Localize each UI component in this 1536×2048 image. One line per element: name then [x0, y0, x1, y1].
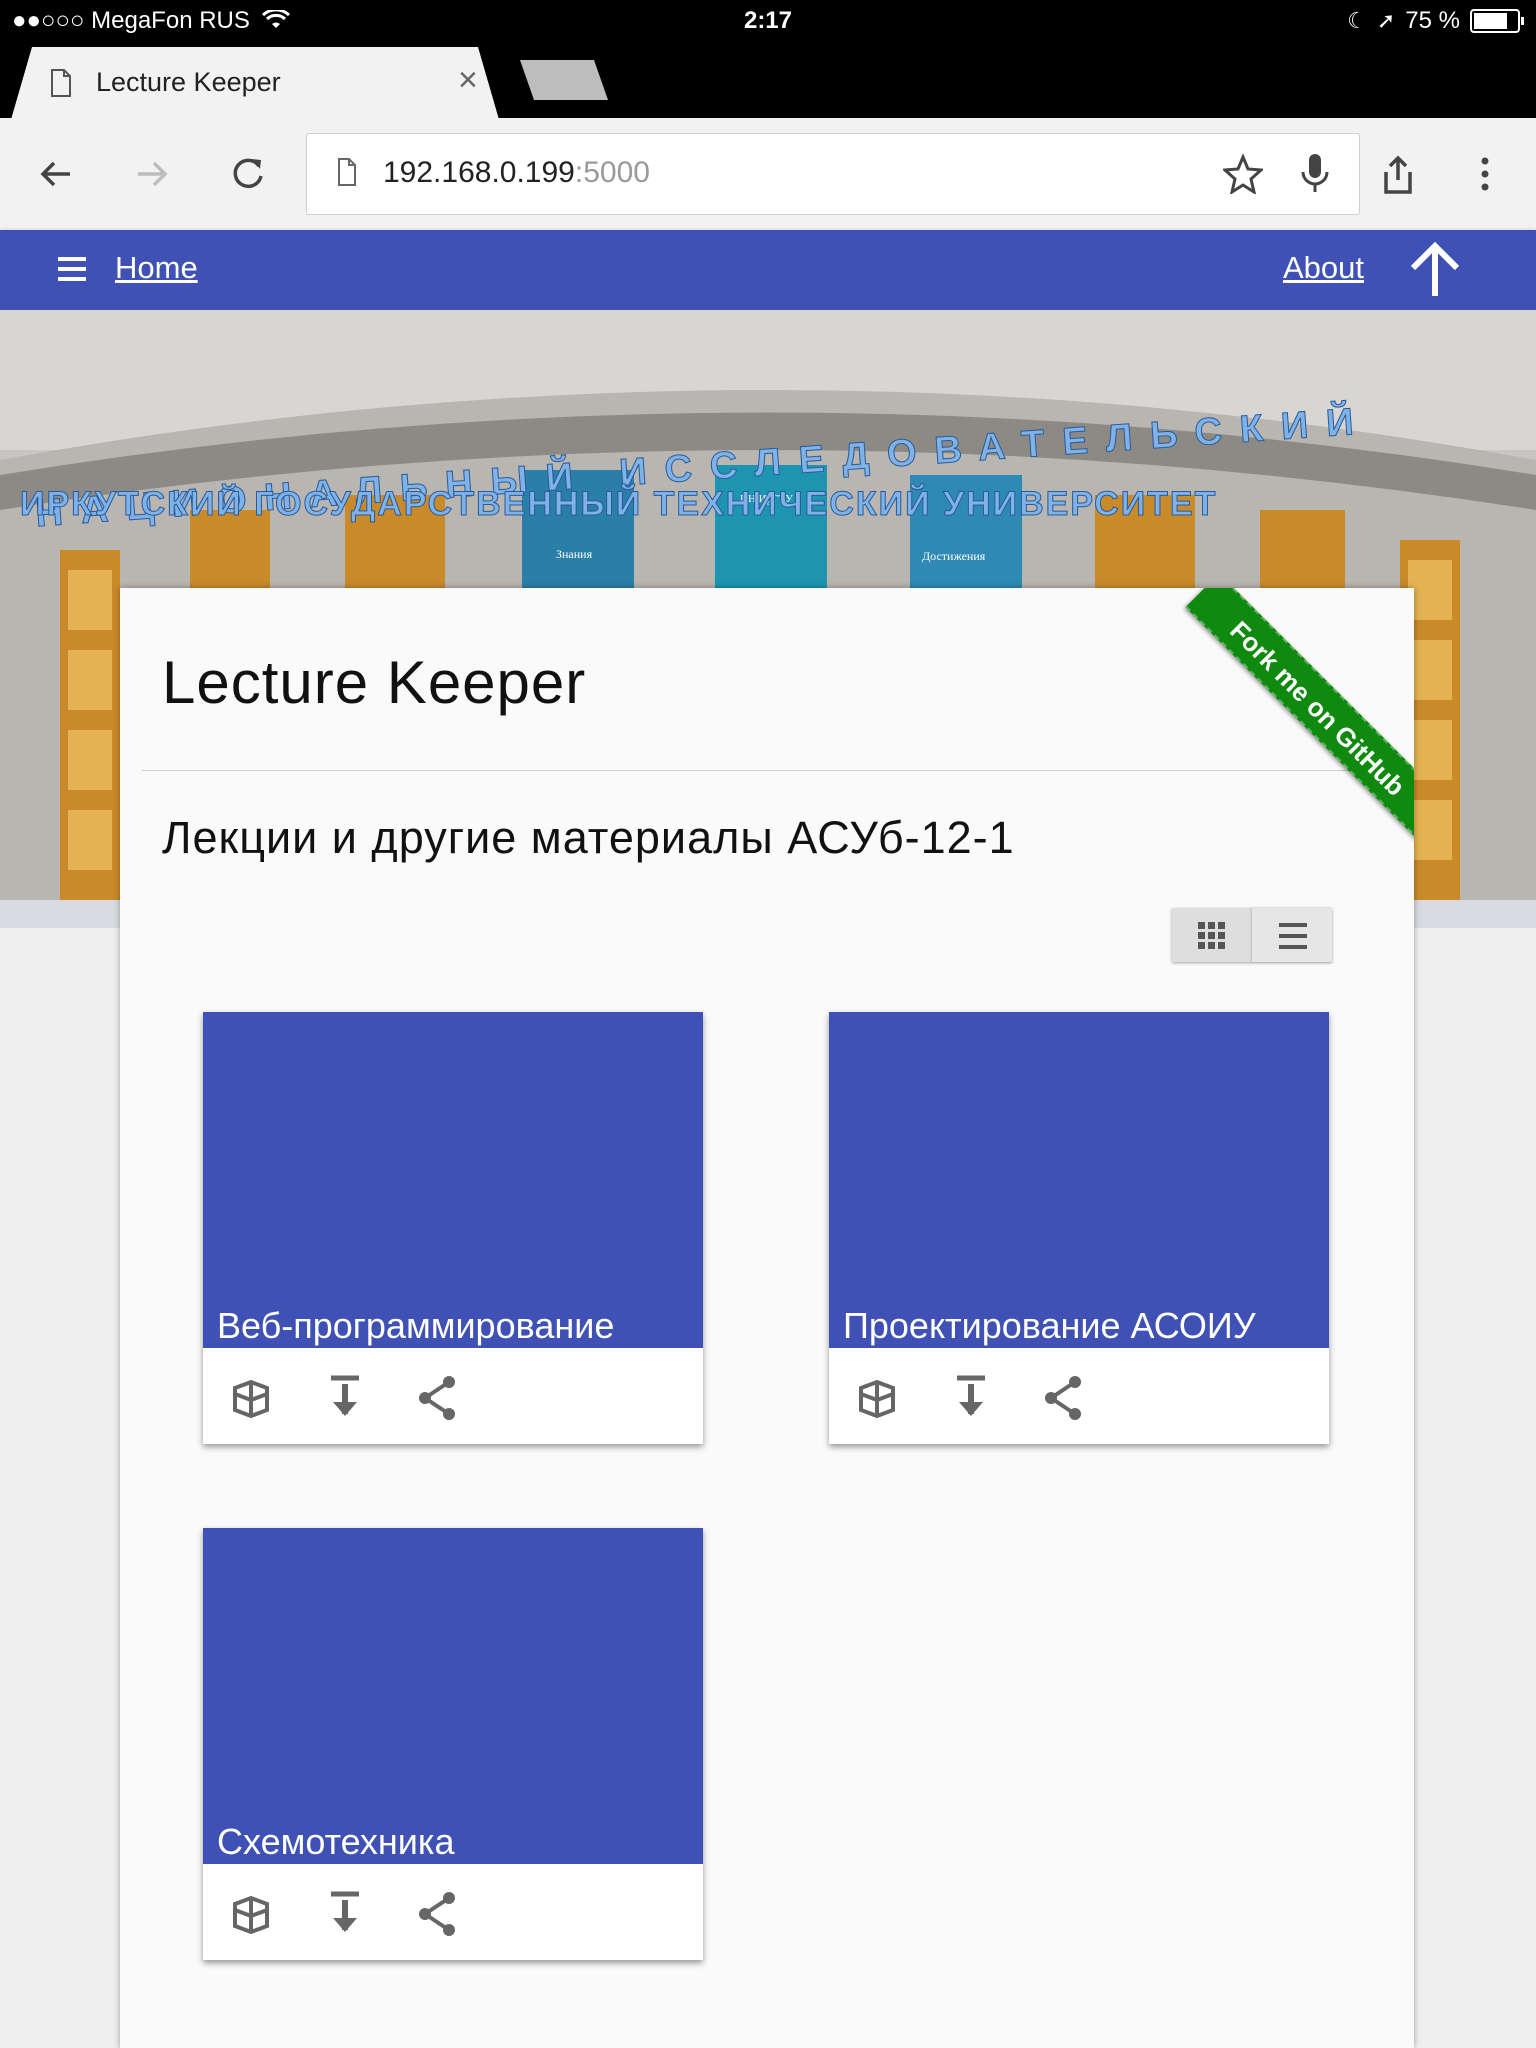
- course-cover[interactable]: Проектирование АСОИУ: [829, 1012, 1329, 1348]
- course-actions: [203, 1864, 703, 1960]
- moon-icon: ☾: [1347, 8, 1367, 33]
- app-bar: Home About: [0, 230, 1536, 310]
- share-icon[interactable]: [409, 1886, 465, 1942]
- close-icon[interactable]: ×: [458, 61, 478, 100]
- status-bar: ●●○○○ MegaFon RUS 2:17 ☾ ➚ 75 %: [0, 0, 1536, 42]
- course-cover[interactable]: Веб-программирование: [203, 1012, 703, 1348]
- url-host: 192.168.0.199: [383, 156, 575, 189]
- page-icon: [51, 69, 71, 97]
- main-card: Lecture Keeper Лекции и другие материалы…: [120, 588, 1414, 2048]
- course-title: Схемотехника: [217, 1821, 455, 1862]
- book-icon[interactable]: [223, 1886, 279, 1942]
- grid-view-button[interactable]: [1172, 908, 1252, 962]
- mic-icon[interactable]: [1299, 152, 1331, 196]
- reload-icon[interactable]: [228, 154, 268, 194]
- sign-line-2: ИРКУТСКИЙ ГОСУДАРСТВЕННЫЙ ТЕХНИЧЕСКИЙ УН…: [20, 484, 1217, 523]
- page-title: Lecture Keeper: [162, 649, 587, 716]
- share-icon[interactable]: [1035, 1370, 1091, 1426]
- course-title: Проектирование АСОИУ: [843, 1305, 1256, 1346]
- hamburger-icon[interactable]: [58, 256, 88, 282]
- poster-achievements: Достижения: [922, 549, 986, 563]
- list-view-icon: [1279, 923, 1307, 949]
- github-ribbon[interactable]: Fork me on GitHub: [1124, 588, 1414, 878]
- download-icon[interactable]: [943, 1370, 999, 1426]
- menu-icon[interactable]: [1470, 154, 1500, 194]
- battery-icon: [1470, 9, 1524, 33]
- page-icon: [338, 158, 356, 186]
- download-icon[interactable]: [317, 1370, 373, 1426]
- clock: 2:17: [743, 7, 793, 34]
- tab-title: Lecture Keeper: [96, 67, 281, 97]
- star-icon[interactable]: [1223, 154, 1263, 194]
- nav-home-link[interactable]: Home: [115, 250, 198, 286]
- book-icon[interactable]: [223, 1370, 279, 1426]
- share-icon[interactable]: [409, 1370, 465, 1426]
- battery-percent: 75 %: [1405, 7, 1460, 34]
- page-subtitle: Лекции и другие материалы АСУб-12-1: [162, 812, 1015, 863]
- view-toggle: [1172, 908, 1332, 962]
- list-view-button[interactable]: [1252, 908, 1332, 962]
- course-actions: [203, 1348, 703, 1444]
- back-icon[interactable]: [36, 154, 76, 194]
- github-ribbon-label[interactable]: Fork me on GitHub: [1185, 588, 1414, 841]
- course-cover[interactable]: Схемотехника: [203, 1528, 703, 1864]
- tab-lecture-keeper[interactable]: Lecture Keeper ×: [10, 47, 500, 123]
- forward-icon[interactable]: [132, 154, 172, 194]
- url-text[interactable]: 192.168.0.199:5000: [383, 156, 650, 190]
- course-actions: [829, 1348, 1329, 1444]
- grid-view-icon: [1198, 922, 1225, 949]
- course-card[interactable]: Проектирование АСОИУ: [829, 1012, 1329, 1444]
- download-icon[interactable]: [317, 1886, 373, 1942]
- address-bar[interactable]: 192.168.0.199:5000: [306, 133, 1360, 215]
- course-title: Веб-программирование: [217, 1305, 615, 1346]
- arrow-up-icon[interactable]: [1406, 240, 1464, 300]
- nav-about-link[interactable]: About: [1283, 250, 1364, 286]
- location-icon: ➚: [1376, 8, 1396, 33]
- course-card[interactable]: Веб-программирование: [203, 1012, 703, 1444]
- url-port: :5000: [574, 156, 650, 189]
- new-tab-button[interactable]: [520, 60, 608, 100]
- course-card[interactable]: Схемотехника: [203, 1528, 703, 1960]
- share-icon[interactable]: [1378, 154, 1418, 198]
- poster-knowledge: Знания: [556, 547, 593, 561]
- book-icon[interactable]: [849, 1370, 905, 1426]
